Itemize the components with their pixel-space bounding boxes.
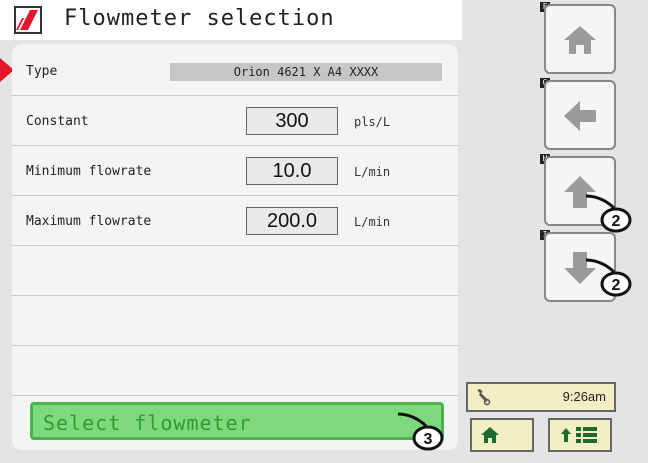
minimum-flowrate-unit: L/min (354, 165, 391, 179)
select-flowmeter-label: Select flowmeter (43, 411, 252, 435)
row-maximum-flowrate[interactable]: Maximum flowrate 200.0 L/min (12, 196, 458, 246)
arrow-left-icon (564, 101, 596, 131)
status-bar: 9:26am (466, 382, 616, 412)
clock-time: 9:26am (562, 389, 606, 404)
back-button[interactable] (544, 80, 616, 150)
title-bar: Flowmeter selection (0, 0, 462, 40)
brand-logo (14, 6, 42, 34)
constant-unit: pls/L (354, 115, 391, 129)
page-title: Flowmeter selection (64, 6, 335, 31)
constant-field[interactable]: 300 (246, 107, 338, 135)
list-up-icon (561, 427, 597, 443)
home-button[interactable] (544, 4, 616, 74)
empty-row (12, 296, 458, 346)
row-constant[interactable]: Constant 300 pls/L (12, 96, 458, 146)
maximum-flowrate-field[interactable]: 200.0 (246, 207, 338, 235)
home-icon (481, 427, 499, 443)
callout-number: 2 (612, 213, 621, 230)
constant-label: Constant (26, 114, 89, 129)
maximum-flowrate-label: Maximum flowrate (26, 214, 152, 229)
type-label: Type (26, 64, 58, 79)
menu-up-button[interactable] (548, 418, 612, 452)
select-flowmeter-button[interactable]: Select flowmeter (30, 402, 444, 440)
type-value: Orion 4621 X A4 XXXX (170, 63, 442, 81)
callout-number: 3 (424, 431, 433, 448)
callout-number: 2 (612, 277, 621, 294)
empty-row (12, 246, 458, 296)
minimum-flowrate-label: Minimum flowrate (26, 164, 152, 179)
maximum-flowrate-unit: L/min (354, 215, 391, 229)
home-shortcut-button[interactable] (470, 418, 534, 452)
row-minimum-flowrate[interactable]: Minimum flowrate 10.0 L/min (12, 146, 458, 196)
empty-row (12, 346, 458, 396)
wrench-icon (477, 389, 491, 406)
callout-badge: 3 (397, 412, 444, 451)
callout-badge: 2 (585, 194, 632, 233)
minimum-flowrate-field[interactable]: 10.0 (246, 157, 338, 185)
callout-badge: 2 (585, 258, 632, 297)
row-type[interactable]: Type Orion 4621 X A4 XXXX (12, 46, 458, 96)
home-icon (564, 26, 596, 54)
